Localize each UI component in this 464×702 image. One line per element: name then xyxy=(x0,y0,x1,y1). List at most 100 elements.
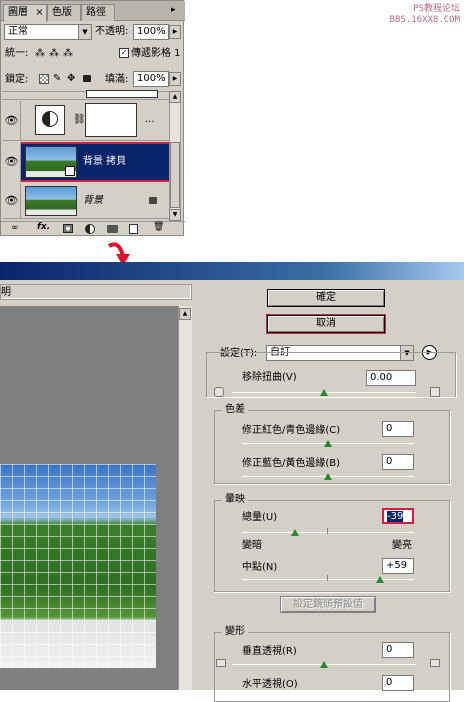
eye-icon[interactable]: 👁 xyxy=(3,101,21,141)
amount-input[interactable]: -39 xyxy=(382,508,414,524)
layer-row[interactable]: 👁 ⛓ ... xyxy=(3,101,171,141)
blend-mode-select[interactable]: 正常 ▼ xyxy=(4,24,92,40)
unify-visibility-icon[interactable]: ⁂ xyxy=(49,47,59,61)
left-info-bar: 明 xyxy=(0,284,192,300)
opacity-arrow-icon[interactable]: ▶ xyxy=(169,25,181,39)
vertical-perspective-input[interactable]: 0 xyxy=(382,642,414,658)
preview-scrollbar[interactable]: ▲ xyxy=(178,306,192,690)
remove-distortion-value: 0.00 xyxy=(370,372,393,383)
midpoint-track[interactable] xyxy=(242,579,414,580)
cancel-button[interactable]: 取消 xyxy=(266,314,386,334)
fill-input[interactable]: 100% xyxy=(133,71,169,87)
transform-group-title: 變形 xyxy=(222,626,248,638)
close-icon[interactable]: × xyxy=(35,7,43,18)
preview-grid[interactable] xyxy=(0,464,156,668)
scroll-up-icon[interactable]: ▲ xyxy=(179,308,191,320)
fix-blue-yellow-input[interactable]: 0 xyxy=(382,454,414,470)
lock-move-icon[interactable]: ✥ xyxy=(67,72,75,86)
tab-paths[interactable]: 路徑 xyxy=(81,4,115,21)
tab-layers-label: 圖層 xyxy=(8,7,28,18)
midpoint-input[interactable]: +59 xyxy=(382,558,414,574)
barrel-icon xyxy=(214,387,224,397)
chain-link-icon[interactable]: ⛓ xyxy=(73,113,86,127)
tab-channels[interactable]: 色版 xyxy=(47,4,81,21)
blend-mode-value: 正常 xyxy=(8,26,28,37)
chevron-down-icon[interactable]: ▼ xyxy=(78,25,91,39)
scroll-thumb[interactable] xyxy=(170,142,180,208)
scroll-up-icon[interactable]: ▲ xyxy=(169,91,181,103)
lock-icon xyxy=(149,197,157,204)
link-layers-icon[interactable]: ∞ xyxy=(11,223,19,233)
fill-arrow-icon[interactable]: ▶ xyxy=(169,72,181,86)
remove-distortion-slider[interactable] xyxy=(320,389,328,396)
layer-name: ... xyxy=(145,114,155,125)
amount-value: -39 xyxy=(387,511,404,522)
opacity-label: 不透明: xyxy=(95,26,129,37)
panel-menu-icon[interactable]: ▸ xyxy=(171,5,181,17)
vignette-group-title: 暈映 xyxy=(222,494,248,506)
new-group-icon[interactable] xyxy=(107,225,118,233)
opacity-input[interactable]: 100% xyxy=(133,24,169,40)
eye-icon[interactable]: 👁 xyxy=(3,183,21,219)
midpoint-value: +59 xyxy=(386,560,408,571)
vertical-perspective-right-icon xyxy=(430,659,440,667)
fix-blue-yellow-label: 修正藍色/黃色邊緣(B) xyxy=(242,458,341,469)
vertical-perspective-value: 0 xyxy=(386,644,393,655)
dialog-title-bar[interactable] xyxy=(0,262,464,280)
vertical-perspective-slider[interactable] xyxy=(320,661,328,668)
lock-brush-icon[interactable]: ✎ xyxy=(53,72,61,86)
vertical-perspective-label: 垂直透視(R) xyxy=(242,646,297,657)
fix-red-cyan-input[interactable]: 0 xyxy=(382,421,414,437)
trash-icon[interactable]: 🗑 xyxy=(153,222,164,232)
ok-button[interactable]: 確定 xyxy=(267,289,385,307)
horizontal-perspective-value: 0 xyxy=(386,677,393,688)
horizontal-perspective-input[interactable]: 0 xyxy=(382,675,414,691)
layer-list-scrollbar[interactable]: ▲ ▼ xyxy=(169,91,181,221)
smart-object-icon xyxy=(65,166,75,176)
lock-transparency-icon[interactable] xyxy=(39,74,49,84)
fix-blue-yellow-value: 0 xyxy=(386,456,393,467)
opacity-value: 100% xyxy=(137,26,166,37)
fix-red-cyan-slider[interactable] xyxy=(324,440,332,447)
amount-track[interactable] xyxy=(242,532,414,533)
adjustment-icon xyxy=(42,111,58,127)
amount-center-tick xyxy=(327,528,328,534)
pincushion-icon xyxy=(430,387,440,397)
midpoint-slider[interactable] xyxy=(375,576,384,583)
layer-name: 背景 拷貝 xyxy=(83,156,127,167)
scroll-down-icon[interactable]: ▼ xyxy=(169,209,181,221)
remove-distortion-label: 移除扭曲(V) xyxy=(242,372,297,383)
layer-row-selected[interactable]: 👁 背景 拷貝 xyxy=(3,142,171,182)
chromatic-group-title: 色差 xyxy=(222,404,248,416)
eye-icon[interactable]: 👁 xyxy=(3,142,21,182)
fill-label: 填滿: xyxy=(105,74,129,85)
adjustment-thumb xyxy=(35,105,65,135)
propagate-label: 傳遞影格 1 xyxy=(131,48,181,59)
layer-row[interactable]: 👁 背景 xyxy=(3,183,171,219)
vertical-perspective-left-icon xyxy=(216,659,226,667)
mask-thumb xyxy=(85,103,137,137)
unify-position-icon[interactable]: ⁂ xyxy=(35,47,45,61)
lock-label: 鎖定: xyxy=(5,74,29,85)
remove-distortion-input[interactable]: 0.00 xyxy=(366,370,416,386)
layer-list: 👁 ⛓ ... 👁 背景 拷貝 👁 背景 xyxy=(2,90,171,219)
unify-style-icon[interactable]: ⁂ xyxy=(63,47,73,61)
watermark-line2: BBS.16XX8.COM xyxy=(389,15,460,25)
midpoint-label: 中點(N) xyxy=(242,562,278,573)
watermark: PS教程论坛 BBS.16XX8.COM xyxy=(360,4,460,26)
propagate-checkbox[interactable]: ✓ xyxy=(119,48,129,58)
add-mask-icon[interactable] xyxy=(63,224,73,233)
layer-style-icon[interactable]: fx. xyxy=(37,222,50,232)
layers-panel: 圖層 × 色版 路徑 ▸ 正常 ▼ 不透明: 100% ▶ 統一: ⁂ ⁂ ⁂ … xyxy=(0,0,185,236)
lighten-label: 變亮 xyxy=(392,540,412,551)
adjustment-layer-icon[interactable] xyxy=(85,224,95,234)
fill-value: 100% xyxy=(137,73,166,84)
left-info-label: 明 xyxy=(1,287,11,298)
tab-layers[interactable]: 圖層 × xyxy=(3,4,47,22)
chromatic-group xyxy=(214,410,450,484)
amount-slider[interactable] xyxy=(291,529,300,536)
new-layer-icon[interactable] xyxy=(129,224,138,234)
fix-blue-yellow-slider[interactable] xyxy=(324,473,332,480)
set-lens-default-button[interactable]: 設定鏡頭預設值 xyxy=(280,596,376,613)
lock-all-icon[interactable] xyxy=(83,75,91,82)
